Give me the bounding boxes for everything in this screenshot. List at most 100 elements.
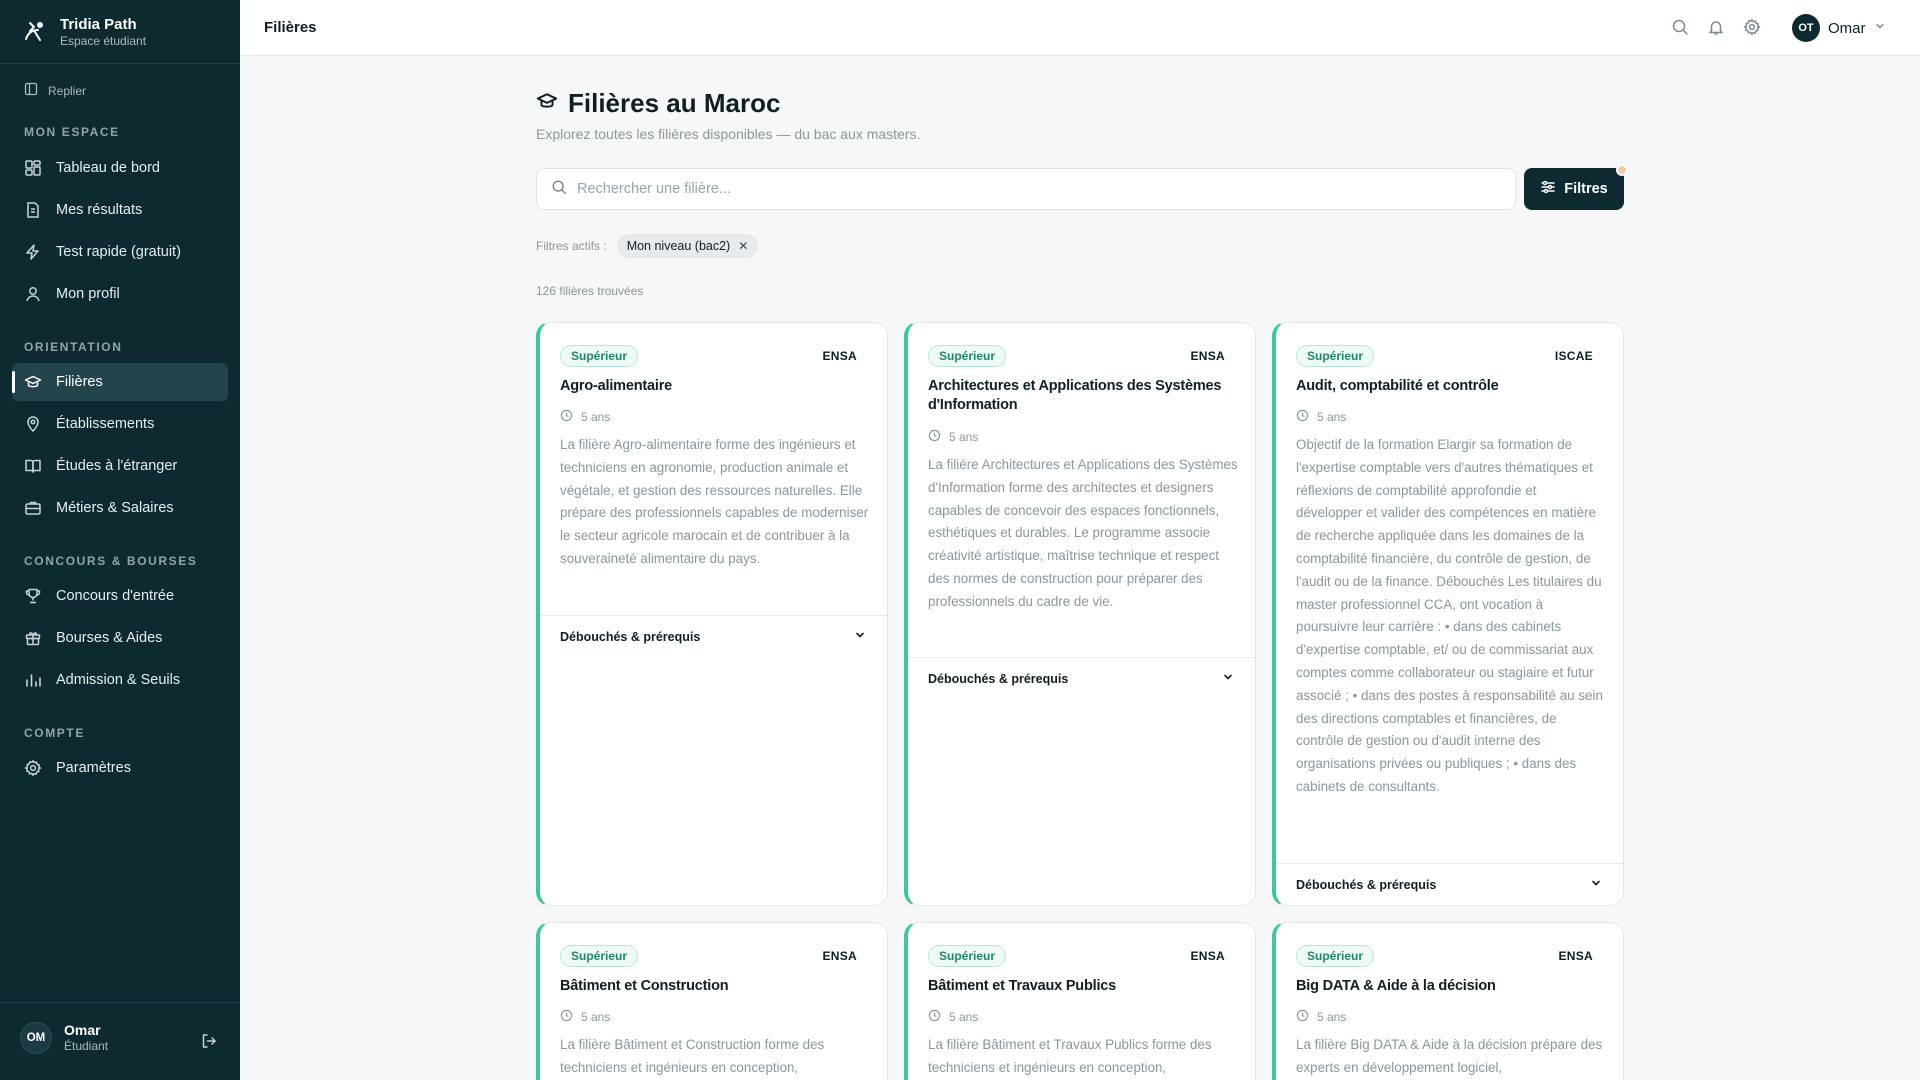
- clock-icon: [928, 429, 941, 445]
- card-footer-label: Débouchés & prérequis: [1296, 877, 1437, 892]
- card-title: Audit, comptabilité et contrôle: [1296, 378, 1499, 394]
- program-card[interactable]: Supérieur ISCAE Audit, comptabilité et c…: [1272, 322, 1624, 906]
- sidebar-item-parametres[interactable]: Paramètres: [12, 749, 228, 787]
- level-badge: Supérieur: [1296, 945, 1375, 967]
- sidebar-item-label: Admission & Seuils: [56, 672, 181, 688]
- sidebar-item-label: Études à l'étranger: [56, 458, 178, 474]
- program-card[interactable]: Supérieur ENSA Architectures et Applicat…: [904, 322, 1256, 906]
- result-count: 126 filières trouvées: [536, 284, 644, 298]
- card-footer-label: Débouchés & prérequis: [560, 629, 701, 644]
- sidebar-item-admission[interactable]: Admission & Seuils: [12, 661, 228, 699]
- duration: 5 ans: [1296, 1009, 1346, 1025]
- sidebar-item-label: Établissements: [56, 416, 155, 432]
- collapse-label: Replier: [48, 83, 87, 98]
- sliders-icon: [1540, 179, 1556, 199]
- sidebar-item-concours[interactable]: Concours d'entrée: [12, 577, 228, 615]
- sidebar-item-label: Tableau de bord: [56, 160, 160, 176]
- institution-label: ENSA: [1190, 949, 1225, 963]
- card-title: Bâtiment et Construction: [560, 978, 729, 994]
- sidebar-divider: [0, 1002, 240, 1003]
- program-card[interactable]: Supérieur ENSA Bâtiment et Travaux Publi…: [904, 922, 1256, 1080]
- sidebar-item-mes-resultats[interactable]: Mes résultats: [12, 191, 228, 229]
- card-description: Objectif de la formation Elargir sa form…: [1296, 437, 1603, 794]
- card-expand-toggle[interactable]: Débouchés & prérequis: [540, 615, 887, 657]
- filter-chip-label: Mon niveau (bac2): [626, 239, 731, 253]
- card-title: Agro-alimentaire: [560, 378, 673, 394]
- duration-label: 5 ans: [1317, 410, 1347, 424]
- institution-label: ENSA: [822, 949, 857, 963]
- sidebar-panel-icon: [24, 82, 38, 99]
- close-icon[interactable]: ✕: [738, 239, 748, 253]
- brand[interactable]: Tridia Path Espace étudiant: [20, 14, 146, 50]
- user-menu[interactable]: OT Omar: [1792, 14, 1886, 42]
- sidebar: Tridia Path Espace étudiant Replier MON …: [0, 0, 240, 1080]
- program-card[interactable]: Supérieur ENSA Agro-alimentaire 5 ans La…: [536, 322, 888, 906]
- active-filters-label: Filtres actifs :: [536, 239, 607, 253]
- program-card[interactable]: Supérieur ENSA Bâtiment et Construction …: [536, 922, 888, 1080]
- chevron-down-icon: [1222, 670, 1234, 688]
- card-expand-toggle[interactable]: Débouchés & prérequis: [908, 657, 1255, 699]
- card-title: Bâtiment et Travaux Publics: [928, 978, 1116, 994]
- sidebar-item-tableau-de-bord[interactable]: Tableau de bord: [12, 149, 228, 187]
- institution-label: ENSA: [822, 349, 857, 363]
- filter-indicator-dot: [1616, 164, 1628, 176]
- clock-icon: [1296, 1009, 1309, 1025]
- section-title-concours-bourses: CONCOURS & BOURSES: [24, 554, 198, 568]
- duration: 5 ans: [928, 429, 978, 445]
- bell-icon[interactable]: [1707, 18, 1727, 38]
- user-name: Omar: [64, 1022, 101, 1038]
- user-role: Étudiant: [64, 1039, 109, 1053]
- sidebar-item-filieres[interactable]: Filières: [12, 363, 228, 401]
- topbar: Filières OT Omar: [240, 0, 1920, 56]
- filter-chip: Mon niveau (bac2) ✕: [616, 234, 759, 258]
- graduation-cap-icon: [536, 88, 558, 119]
- clock-icon: [560, 409, 573, 425]
- chevron-down-icon: [1874, 19, 1886, 37]
- sidebar-item-label: Concours d'entrée: [56, 588, 175, 604]
- card-expand-toggle[interactable]: Débouchés & prérequis: [1276, 863, 1623, 905]
- gear-icon[interactable]: [1743, 18, 1763, 38]
- user-name: Omar: [1828, 19, 1866, 37]
- brand-subtitle: Espace étudiant: [60, 33, 147, 48]
- card-title: Architectures et Applications des Systèm…: [928, 378, 1222, 413]
- gear-icon: [24, 759, 42, 777]
- sidebar-item-test-rapide[interactable]: Test rapide (gratuit): [12, 233, 228, 271]
- clock-icon: [1296, 409, 1309, 425]
- avatar: OT: [1792, 14, 1820, 42]
- search-icon[interactable]: [1671, 18, 1691, 38]
- program-card[interactable]: Supérieur ENSA Big DATA & Aide à la déci…: [1272, 922, 1624, 1080]
- sidebar-item-etudes-etranger[interactable]: Études à l'étranger: [12, 447, 228, 485]
- filters-button-label: Filtres: [1564, 181, 1608, 197]
- graduation-cap-icon: [24, 373, 42, 391]
- duration: 5 ans: [560, 1009, 610, 1025]
- logout-icon[interactable]: [200, 1032, 220, 1052]
- sidebar-item-metiers-salaires[interactable]: Métiers & Salaires: [12, 489, 228, 527]
- level-badge: Supérieur: [560, 345, 639, 367]
- page-title-text: Filières au Maroc: [568, 88, 781, 118]
- duration: 5 ans: [560, 409, 610, 425]
- page-subtitle: Explorez toutes les filières disponibles…: [536, 126, 921, 142]
- avatar: OM: [20, 1022, 52, 1054]
- sidebar-user[interactable]: OM Omar Étudiant: [20, 1022, 108, 1054]
- collapse-sidebar-button[interactable]: Replier: [24, 82, 86, 99]
- dashboard-icon: [24, 159, 42, 177]
- brand-name: Tridia Path: [60, 15, 137, 33]
- active-filters: Filtres actifs : Mon niveau (bac2) ✕: [536, 234, 759, 258]
- duration: 5 ans: [1296, 409, 1346, 425]
- level-badge: Supérieur: [560, 945, 639, 967]
- sidebar-item-mon-profil[interactable]: Mon profil: [12, 275, 228, 313]
- card-footer-label: Débouchés & prérequis: [928, 671, 1069, 686]
- card-description: La filière Bâtiment et Travaux Publics f…: [928, 1037, 1212, 1075]
- sidebar-item-label: Métiers & Salaires: [56, 500, 174, 516]
- search-input[interactable]: [577, 181, 1477, 197]
- sidebar-item-etablissements[interactable]: Établissements: [12, 405, 228, 443]
- level-badge: Supérieur: [928, 345, 1007, 367]
- institution-label: ENSA: [1558, 949, 1593, 963]
- sidebar-item-bourses[interactable]: Bourses & Aides: [12, 619, 228, 657]
- search-bar[interactable]: [536, 168, 1516, 210]
- chevron-down-icon: [854, 628, 866, 646]
- filters-button[interactable]: Filtres: [1524, 168, 1624, 210]
- sidebar-item-label: Filières: [56, 374, 103, 390]
- sidebar-item-label: Mes résultats: [56, 202, 143, 218]
- level-badge: Supérieur: [1296, 345, 1375, 367]
